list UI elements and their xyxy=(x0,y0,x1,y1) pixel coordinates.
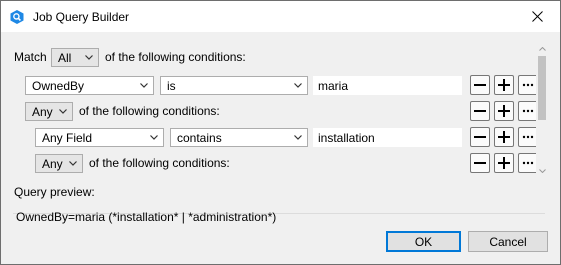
chevron-down-icon xyxy=(289,77,307,94)
group2-quantifier-select[interactable]: Any xyxy=(35,154,83,173)
ellipsis-icon xyxy=(522,109,534,113)
condition-operator-select[interactable]: is xyxy=(160,76,308,95)
dialog-content: Match All of the following conditions: O… xyxy=(1,32,560,264)
ellipsis-icon xyxy=(522,83,534,87)
app-icon xyxy=(9,9,25,25)
plus-icon xyxy=(498,131,510,143)
chevron-down-icon xyxy=(135,77,153,94)
group2-suffix-label: of the following conditions: xyxy=(89,156,230,170)
more-options-button[interactable] xyxy=(518,75,538,95)
ok-button[interactable]: OK xyxy=(386,231,461,252)
match-label: Match xyxy=(14,50,47,64)
group1-suffix-label: of the following conditions: xyxy=(79,104,220,118)
group-more-options-button[interactable] xyxy=(518,153,538,173)
plus-icon xyxy=(498,157,510,169)
ellipsis-icon xyxy=(522,161,534,165)
group1-quantifier-select[interactable]: Any xyxy=(25,102,73,121)
chevron-down-icon xyxy=(64,155,82,172)
minus-icon xyxy=(474,162,486,164)
scroll-up-arrow-icon[interactable] xyxy=(536,44,548,54)
group1-condition-value-input[interactable]: installation xyxy=(313,128,462,147)
group1-condition-value-text: installation xyxy=(318,130,375,145)
minus-icon xyxy=(474,110,486,112)
add-condition-button[interactable] xyxy=(494,75,514,95)
group2-quantifier-value: Any xyxy=(42,156,63,171)
group1-condition-field-select[interactable]: Any Field xyxy=(35,128,164,147)
chevron-down-icon xyxy=(54,103,72,120)
ellipsis-icon xyxy=(522,135,534,139)
group-more-options-button[interactable] xyxy=(518,101,538,121)
group1-condition-operator-select[interactable]: contains xyxy=(170,128,308,147)
remove-condition-button[interactable] xyxy=(470,127,490,147)
scroll-down-arrow-icon[interactable] xyxy=(536,166,548,176)
chevron-down-icon xyxy=(80,49,98,66)
condition-operator-value: is xyxy=(167,78,176,93)
condition-value-input[interactable]: maria xyxy=(313,76,462,95)
query-preview-label: Query preview: xyxy=(14,185,95,199)
condition-value-text: maria xyxy=(318,78,349,93)
remove-group-button[interactable] xyxy=(470,153,490,173)
remove-condition-button[interactable] xyxy=(470,75,490,95)
conditions-scrollbar[interactable] xyxy=(536,44,548,176)
root-quantifier-value: All xyxy=(58,50,72,65)
condition-field-value: OwnedBy xyxy=(32,78,85,93)
close-button[interactable] xyxy=(514,1,560,32)
chevron-down-icon xyxy=(145,129,163,146)
add-condition-button[interactable] xyxy=(494,127,514,147)
remove-group-button[interactable] xyxy=(470,101,490,121)
query-preview-text: OwnedBy=maria (*installation* | *adminis… xyxy=(16,210,277,224)
close-icon xyxy=(531,11,543,22)
job-query-builder-window: Job Query Builder Match All of the follo… xyxy=(0,0,561,265)
group1-condition-operator-value: contains xyxy=(177,130,222,145)
minus-icon xyxy=(474,136,486,138)
group1-condition-field-value: Any Field xyxy=(42,130,93,145)
minus-icon xyxy=(474,84,486,86)
add-to-group-button[interactable] xyxy=(494,101,514,121)
title-bar: Job Query Builder xyxy=(1,1,560,32)
chevron-down-icon xyxy=(289,129,307,146)
scroll-thumb[interactable] xyxy=(538,56,546,120)
root-suffix-label: of the following conditions: xyxy=(105,50,246,64)
group1-quantifier-value: Any xyxy=(32,104,53,119)
cancel-button[interactable]: Cancel xyxy=(468,231,548,252)
more-options-button[interactable] xyxy=(518,127,538,147)
window-title: Job Query Builder xyxy=(33,10,130,24)
plus-icon xyxy=(498,79,510,91)
root-quantifier-select[interactable]: All xyxy=(51,48,99,67)
condition-field-select[interactable]: OwnedBy xyxy=(25,76,154,95)
add-to-group-button[interactable] xyxy=(494,153,514,173)
plus-icon xyxy=(498,105,510,117)
